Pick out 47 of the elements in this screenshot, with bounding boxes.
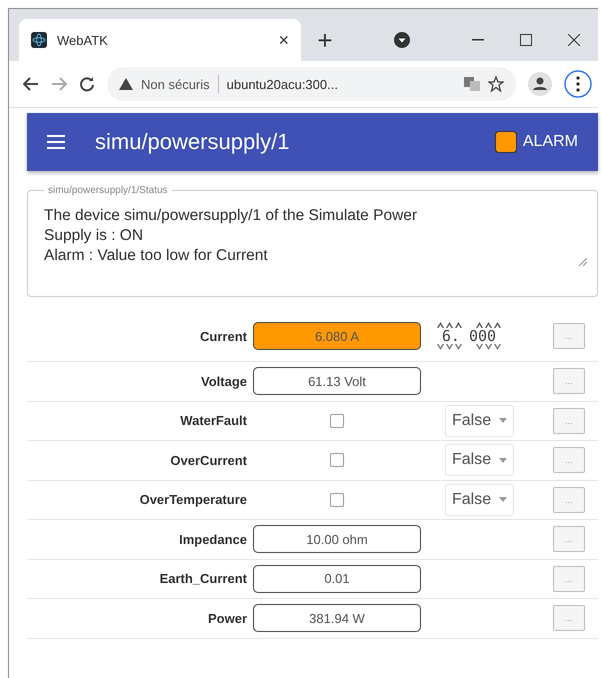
profile-icon[interactable] — [528, 72, 552, 96]
attribute-label: Power — [206, 610, 247, 626]
caret-icon — [499, 497, 508, 502]
url-text: ubuntu20acu:300... — [226, 76, 339, 92]
status-legend: simu/powersupply/1/Status — [44, 185, 172, 196]
attribute-label: Voltage — [200, 374, 247, 389]
caret-icon — [499, 458, 508, 463]
download-icon[interactable] — [394, 32, 410, 48]
new-tab-button[interactable]: + — [317, 27, 333, 53]
value-select[interactable]: False — [445, 444, 514, 476]
security-label: Non sécuris — [141, 76, 210, 92]
minimize-icon[interactable] — [472, 39, 484, 41]
attribute-label: OverCurrent — [169, 452, 247, 468]
maximize-icon[interactable] — [520, 34, 532, 46]
resize-grip-icon[interactable] — [579, 258, 587, 266]
value-display: 0.01 — [253, 564, 421, 593]
star-icon[interactable] — [488, 76, 504, 92]
status-text: The device simu/powersupply/1 of the Simulate Power Supply is : ON Alarm : Value too low for Current — [44, 206, 418, 266]
close-icon[interactable] — [568, 34, 580, 46]
checkbox[interactable] — [330, 414, 344, 428]
attribute-label: Earth_Current — [158, 571, 247, 586]
value-display: 6.080 A — [253, 322, 421, 350]
value-display: 381.94 W — [253, 604, 421, 632]
reload-icon[interactable] — [79, 76, 95, 92]
warning-icon — [119, 78, 133, 90]
value-display: 61.13 Volt — [253, 367, 421, 396]
checkbox[interactable] — [330, 453, 344, 468]
attribute-label: WaterFault — [179, 413, 247, 428]
checkbox[interactable] — [330, 492, 344, 507]
attribute-label: Impedance — [178, 532, 247, 547]
close-tab-button[interactable]: × — [278, 31, 289, 49]
atom-icon — [31, 32, 47, 48]
attribute-label: Current — [199, 328, 247, 344]
value-select[interactable]: False — [445, 404, 514, 437]
value-display: 10.00 ohm — [253, 525, 421, 554]
caret-icon — [499, 418, 508, 424]
setpoint-value[interactable]: 6. 000 — [442, 328, 496, 344]
attribute-label: OverTemperature — [138, 492, 247, 508]
back-arrow-icon[interactable] — [23, 77, 39, 91]
alarm-label: ALARM — [522, 133, 578, 151]
tab-title: WebATK — [57, 32, 109, 48]
menu-icon[interactable] — [564, 70, 592, 98]
app-title: simu/powersupply/1 — [95, 129, 290, 155]
browser-tab[interactable]: WebATK × — [19, 19, 301, 61]
alarm-indicator — [494, 131, 517, 153]
value-select[interactable]: False — [445, 484, 514, 516]
address-bar[interactable]: Non sécuris ubuntu20acu:300... — [107, 67, 516, 101]
